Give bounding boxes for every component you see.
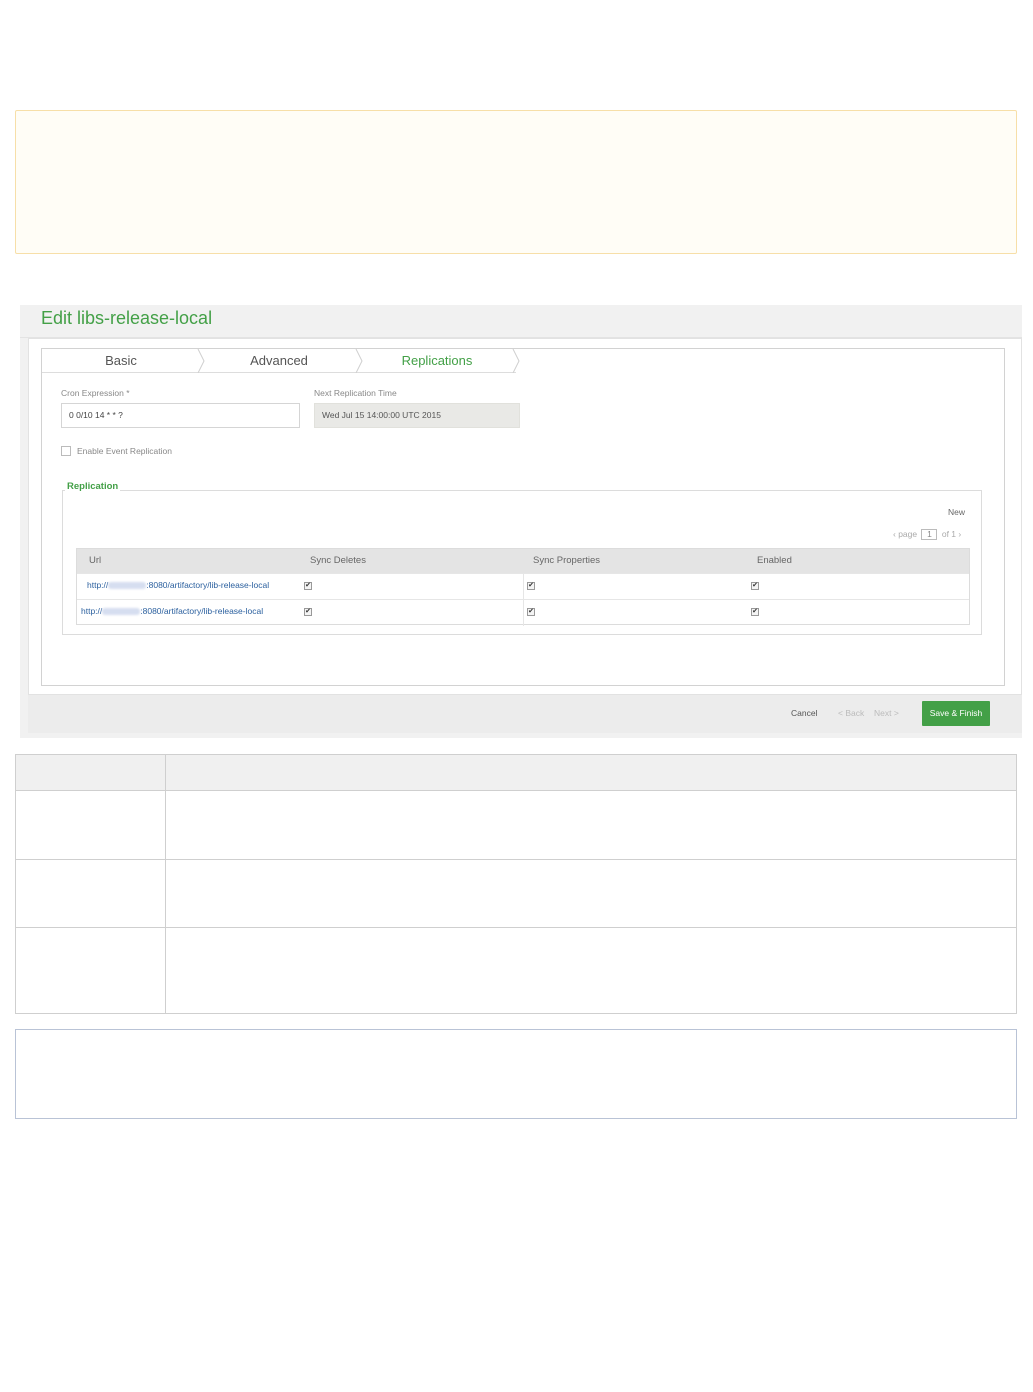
sync-deletes-checkbox[interactable]: ✔ [304,582,312,590]
enabled-checkbox[interactable]: ✔ [751,582,759,590]
replication-url-link[interactable]: http://:8080/artifactory/lib-release-loc… [81,606,263,616]
documentation-table [15,754,1017,1014]
cron-expression-label: Cron Expression * [61,388,130,398]
table-header [16,755,1016,791]
dialog-footer: Cancel < Back Next > Save & Finish [28,695,1022,733]
new-replication-button[interactable]: New [948,507,965,517]
cancel-button[interactable]: Cancel [791,708,817,718]
page-title: Edit libs-release-local [41,308,213,328]
table-row[interactable]: http://:8080/artifactory/lib-release-loc… [77,599,969,625]
cron-expression-input[interactable]: 0 0/10 14 * * ? [61,403,300,428]
chevron-right-icon [512,349,520,373]
wizard-tabs: Basic Advanced Replications [42,349,522,373]
replication-legend: Replication [65,481,121,492]
column-header-sync-deletes[interactable]: Sync Deletes [310,549,366,573]
dialog-panel: Basic Advanced Replications Cron Express… [28,338,1022,695]
row-divider [16,859,1016,860]
column-header-sync-properties[interactable]: Sync Properties [533,549,600,573]
column-header-enabled[interactable]: Enabled [757,549,792,573]
tab-basic[interactable]: Basic [42,349,200,373]
column-header-url[interactable]: Url [89,549,101,573]
tab-replications[interactable]: Replications [358,349,516,373]
sync-properties-checkbox[interactable]: ✔ [527,608,535,616]
next-replication-time-field: Wed Jul 15 14:00:00 UTC 2015 [314,403,520,428]
column-divider [165,755,166,1013]
table-header: Url Sync Deletes Sync Properties Enabled [77,549,969,573]
warning-panel [15,110,1017,254]
row-divider [16,927,1016,928]
note-panel [15,1029,1017,1119]
event-replication-label: Enable Event Replication [77,446,172,456]
replication-table: Url Sync Deletes Sync Properties Enabled… [76,548,970,626]
enabled-checkbox[interactable]: ✔ [751,608,759,616]
tab-advanced[interactable]: Advanced [200,349,358,373]
pagination: ‹ page 1 of 1 › [893,529,961,541]
redacted-host [102,608,141,616]
sync-deletes-checkbox[interactable]: ✔ [304,608,312,616]
event-replication-checkbox[interactable] [61,446,71,456]
table-row[interactable]: http://:8080/artifactory/lib-release-loc… [77,573,969,599]
dialog-content: Basic Advanced Replications Cron Express… [41,348,1005,686]
page-number-input[interactable]: 1 [921,529,938,541]
pager-suffix[interactable]: of 1 › [942,529,961,539]
pager-prefix[interactable]: ‹ page [893,529,917,539]
edit-repository-screenshot: Edit libs-release-local Basic Advanced R… [20,305,1022,738]
next-replication-time-label: Next Replication Time [314,388,397,398]
save-and-finish-button[interactable]: Save & Finish [922,701,990,726]
replication-fieldset: New ‹ page 1 of 1 › Url Sync Deletes Syn… [62,490,982,635]
replication-url-link[interactable]: http://:8080/artifactory/lib-release-loc… [87,580,269,590]
back-button[interactable]: < Back [838,708,864,718]
sync-properties-checkbox[interactable]: ✔ [527,582,535,590]
next-button[interactable]: Next > [874,708,899,718]
redacted-host [108,582,147,590]
